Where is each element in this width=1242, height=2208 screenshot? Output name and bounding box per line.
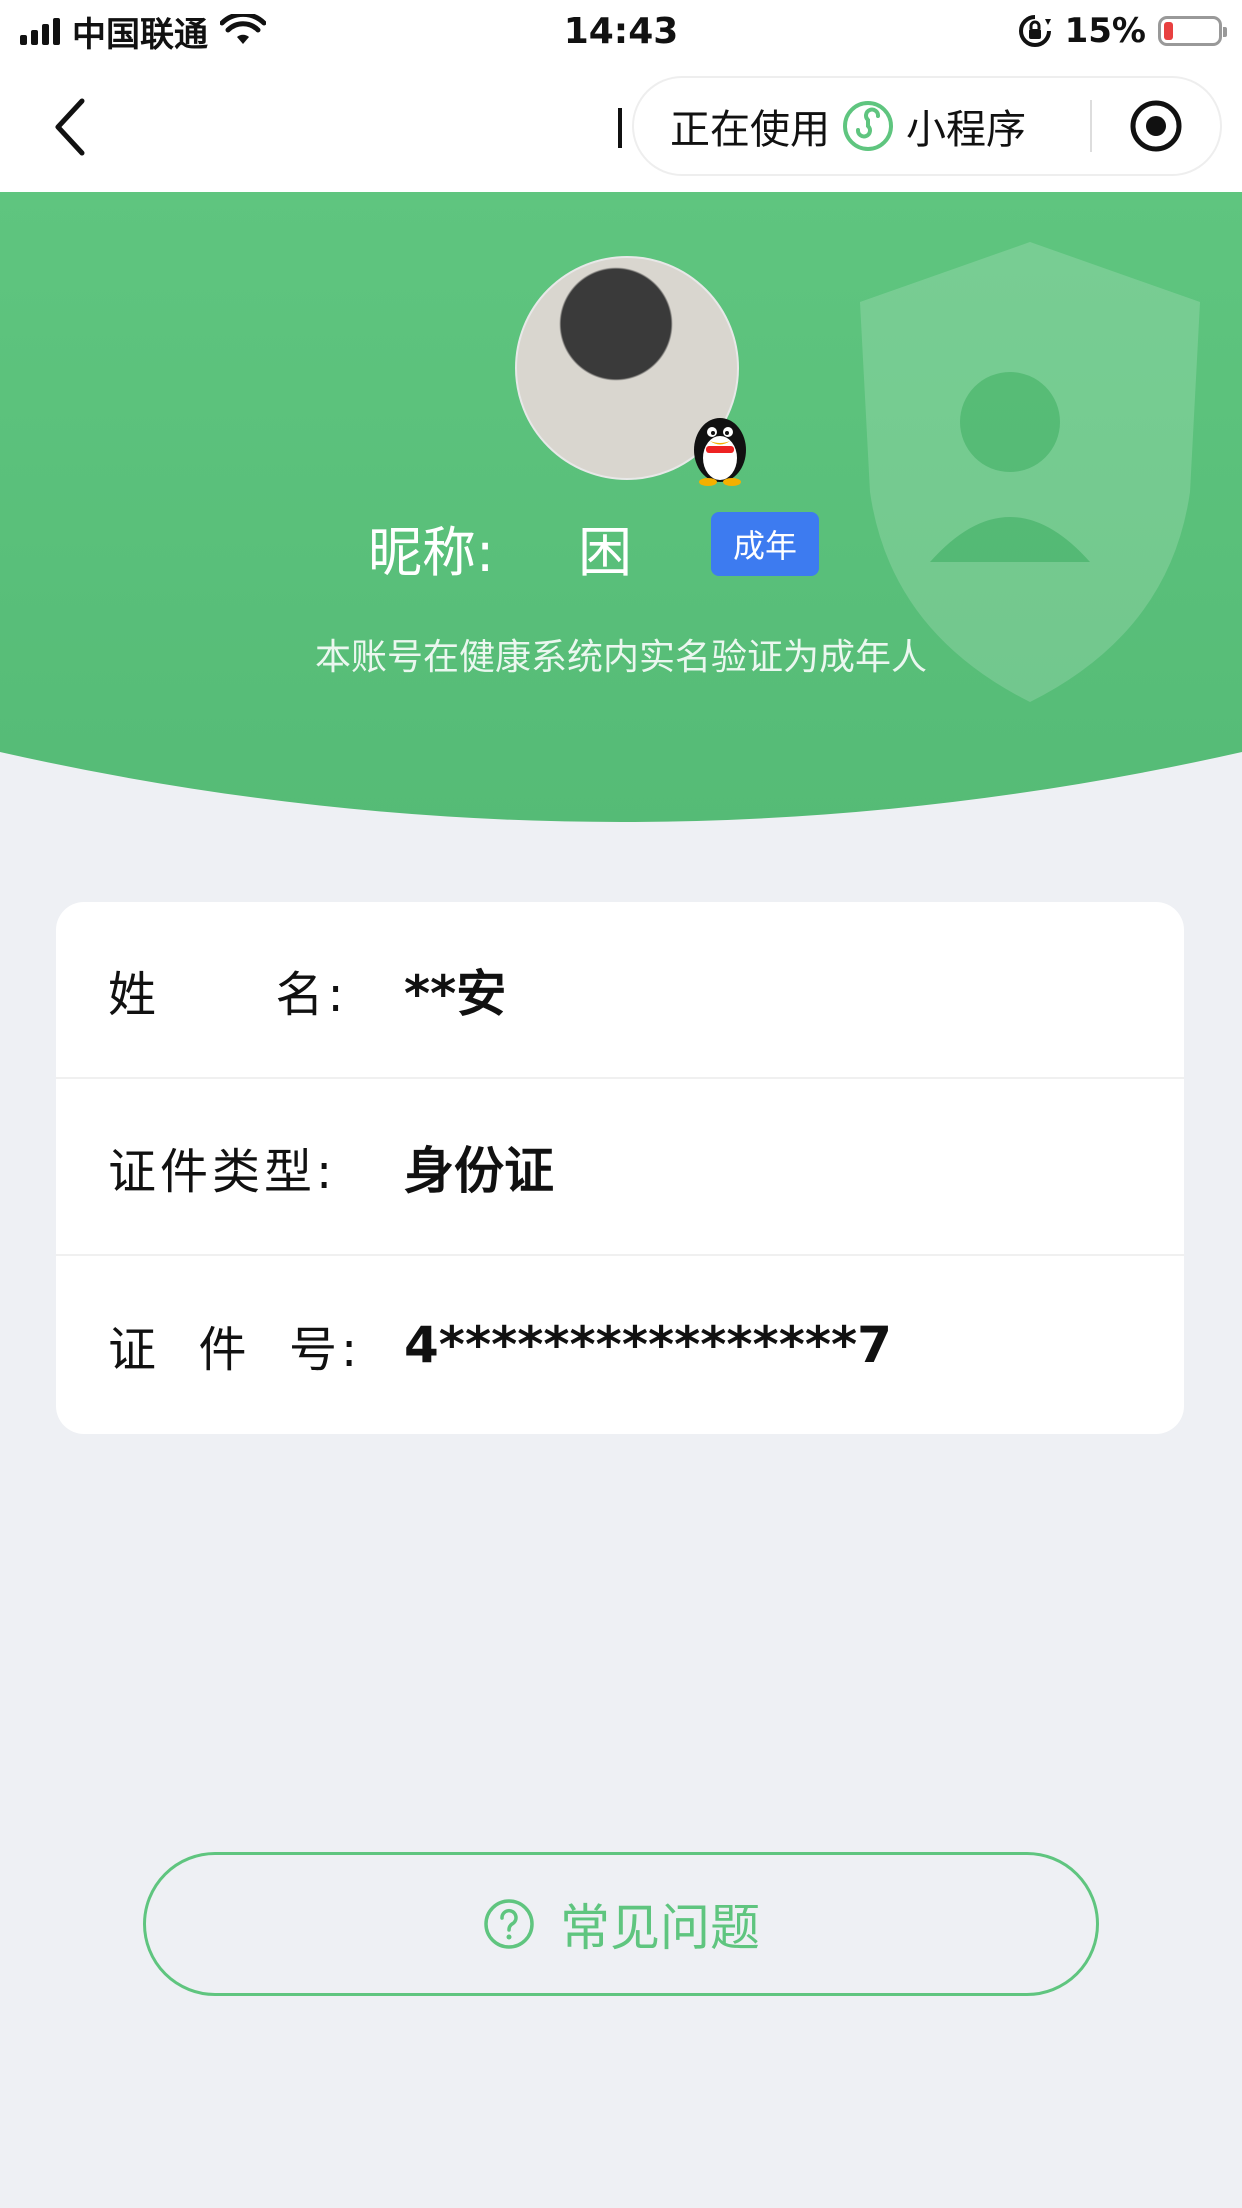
info-row-id-type: 证件类型: 身份证 <box>56 1079 1184 1256</box>
status-bar: 中国联通 14:43 15% <box>0 0 1242 62</box>
nickname-value: 困 <box>578 521 632 584</box>
battery-icon <box>1158 16 1227 46</box>
status-right: 15% <box>1017 11 1227 51</box>
info-row-id-number: 证 件 号: 4****************7 <box>56 1256 1184 1433</box>
info-value: 身份证 <box>404 1141 554 1200</box>
signal-icon <box>20 17 60 45</box>
nickname-label: 昵称: <box>368 521 495 584</box>
wifi-icon <box>220 14 266 44</box>
info-label: 证件类型: <box>108 1143 337 1200</box>
penguin-icon <box>694 418 746 486</box>
info-row-name: 姓 名: **安 <box>56 902 1184 1079</box>
battery-percent: 15% <box>1064 11 1146 51</box>
age-badge: 成年 <box>711 512 819 576</box>
identity-info-card: 姓 名: **安 证件类型: 身份证 证 件 号: 4*************… <box>56 902 1184 1434</box>
back-arrow-icon <box>55 98 85 156</box>
text-cursor <box>618 108 622 148</box>
mini-program-icon <box>843 101 893 151</box>
profile-header: 昵称: 困 成年 本账号在健康系统内实名验证为成年人 <box>0 192 1242 828</box>
back-button[interactable] <box>40 92 100 162</box>
info-value: **安 <box>404 964 507 1023</box>
mini-program-capsule: 正在使用 小程序 <box>634 78 1220 174</box>
nickname-row: 昵称: 困 成年 <box>0 508 1242 584</box>
rotation-lock-icon <box>1018 15 1051 47</box>
carrier-name: 中国联通 <box>72 14 208 55</box>
status-left: 中国联通 <box>20 7 266 56</box>
capsule-status[interactable]: 正在使用 小程序 <box>634 78 1090 174</box>
question-icon <box>484 1899 534 1949</box>
record-icon <box>1130 100 1182 152</box>
header-curve <box>0 752 1242 828</box>
info-label: 姓 名: <box>108 966 348 1023</box>
info-value: 4****************7 <box>404 1315 892 1374</box>
faq-button[interactable]: 常见问题 <box>143 1852 1099 1996</box>
capsule-label-in-use: 正在使用 <box>670 107 830 153</box>
verification-text: 本账号在健康系统内实名验证为成年人 <box>314 637 927 678</box>
info-label: 证 件 号: <box>108 1321 362 1378</box>
capsule-label-mini-program: 小程序 <box>906 107 1026 153</box>
faq-label: 常见问题 <box>560 1899 760 1957</box>
nav-bar: 正在使用 小程序 <box>0 62 1242 192</box>
close-mini-program-button[interactable] <box>1092 78 1220 174</box>
